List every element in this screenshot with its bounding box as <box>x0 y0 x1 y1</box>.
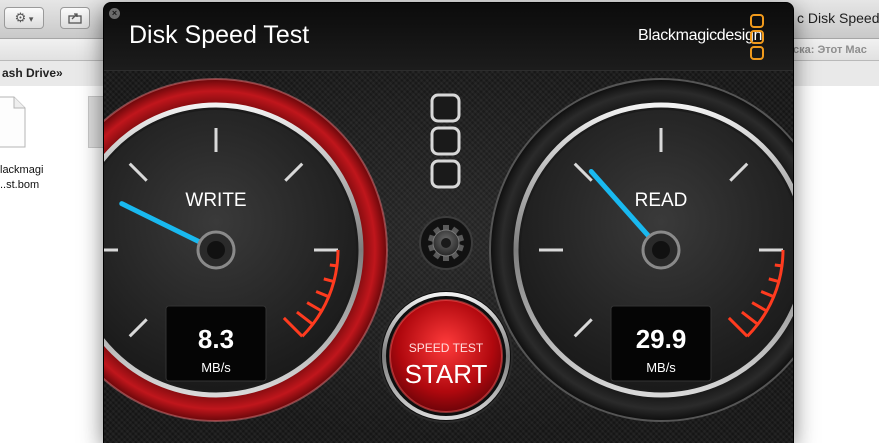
share-icon <box>68 13 82 24</box>
action-menu-button[interactable]: ⚙ ▾ <box>4 7 44 29</box>
read-gauge: READ 29.9 MB/s <box>489 78 793 422</box>
file-name[interactable]: lackmagi ..st.bom <box>0 163 43 193</box>
file-name-line2: ..st.bom <box>0 179 40 191</box>
speed-test-selector-icon[interactable] <box>430 93 461 189</box>
start-line2: START <box>405 359 488 389</box>
file-icon[interactable] <box>88 96 104 148</box>
document-icon[interactable] <box>0 96 26 148</box>
finder-window-title: c Disk Speed T <box>797 10 879 26</box>
settings-gear-icon[interactable] <box>419 216 473 270</box>
write-unit: MB/s <box>201 360 231 375</box>
write-value: 8.3 <box>198 324 234 354</box>
current-folder-label: ash Drive» <box>2 66 63 80</box>
start-line1: SPEED TEST <box>409 341 484 355</box>
file-name-line1: lackmagi <box>0 164 44 176</box>
gear-icon: ⚙ <box>14 10 27 25</box>
read-unit: MB/s <box>646 360 676 375</box>
share-button[interactable] <box>60 7 90 29</box>
write-label: WRITE <box>185 190 246 211</box>
read-label: READ <box>635 190 688 211</box>
location-label: ска: Этот Mac <box>793 44 867 56</box>
disk-speed-test-window: × Disk Speed Test Blackmagicdesign WRITE… <box>104 3 793 443</box>
read-value: 29.9 <box>636 324 687 354</box>
gauges-layer: WRITE 8.3 MB/s READ 29.9 MB/s SPEED TEST… <box>104 78 793 423</box>
write-gauge: WRITE 8.3 MB/s <box>104 78 388 422</box>
start-button[interactable]: SPEED TEST START <box>379 289 513 423</box>
chevron-down-icon: ▾ <box>26 14 34 24</box>
